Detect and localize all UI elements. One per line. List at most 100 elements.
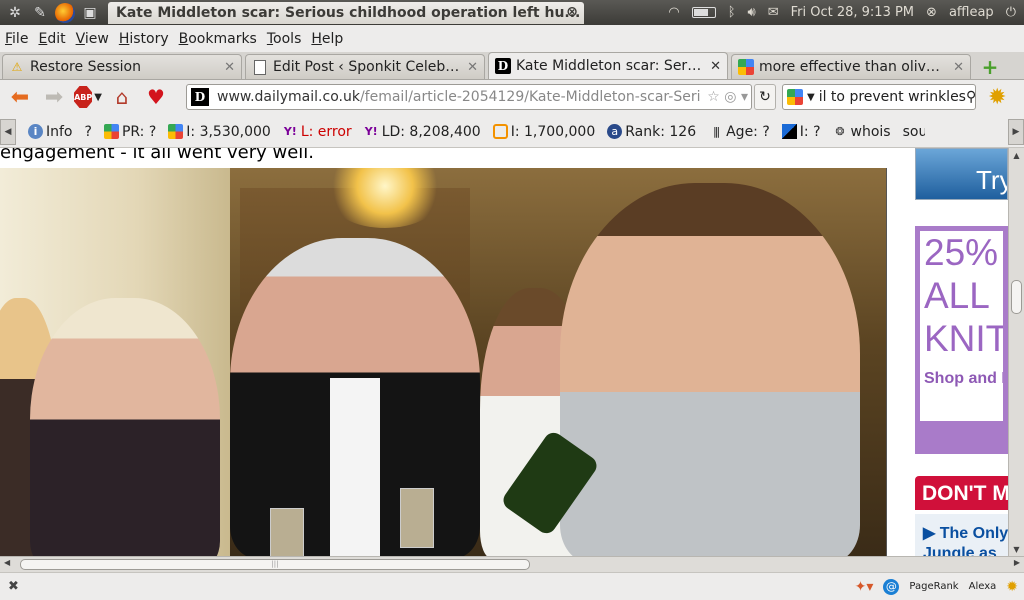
close-tab-icon[interactable]: ✕ bbox=[224, 60, 235, 75]
tab-edit-post[interactable]: Edit Post ‹ Sponkit Celebrit... ✕ bbox=[245, 54, 485, 79]
bluetooth-icon[interactable]: ᛒ bbox=[728, 5, 736, 20]
article-photo bbox=[0, 168, 887, 556]
menu-file[interactable]: File bbox=[5, 31, 28, 47]
close-icon[interactable]: ✖ bbox=[8, 579, 19, 594]
ad-knit-shop[interactable]: Shop and K bbox=[924, 370, 1003, 388]
gear-icon[interactable]: ✹ bbox=[1006, 579, 1018, 595]
google-icon bbox=[738, 59, 754, 75]
close-window-icon[interactable]: ⊗ bbox=[566, 4, 578, 20]
url-path[interactable]: /femail/article-2054129/Kate-Middleton-s… bbox=[360, 89, 701, 105]
clock[interactable]: Fri Oct 28, 9:13 PM bbox=[791, 5, 914, 20]
menu-help[interactable]: Help bbox=[311, 31, 343, 47]
seo-yahoo-ld[interactable]: Y! LD: 8,208,400 bbox=[364, 124, 481, 140]
seo-source[interactable]: sou bbox=[903, 124, 925, 140]
photo-person bbox=[30, 298, 220, 556]
seo-yahoo-links[interactable]: Y! L: error bbox=[283, 124, 352, 140]
ad-only-link[interactable]: ▶ The Only Jungle as bbox=[915, 514, 1008, 556]
vertical-scrollbar[interactable]: ▲ ▼ bbox=[1008, 148, 1024, 556]
menu-view[interactable]: View bbox=[76, 31, 109, 47]
favorite-button[interactable]: ♥ bbox=[142, 83, 170, 111]
arrow-right-icon: ➡ bbox=[44, 84, 64, 110]
seo-info[interactable]: i Info bbox=[28, 124, 73, 140]
seo-bing-index[interactable]: I: 1,700,000 bbox=[492, 123, 596, 140]
pagerank-label[interactable]: PageRank bbox=[909, 581, 958, 592]
vertical-scroll-thumb[interactable] bbox=[1011, 280, 1022, 314]
ad-only-line2[interactable]: Jungle as bbox=[923, 544, 1008, 556]
seo-delicious[interactable]: I: ? bbox=[781, 124, 821, 140]
page-icon-wrap bbox=[252, 59, 268, 75]
seo-whois[interactable]: ❂ whois bbox=[833, 123, 891, 140]
seo-pagerank[interactable]: PR: ? bbox=[103, 124, 156, 140]
scroll-right-icon[interactable]: ▶ bbox=[1014, 558, 1020, 567]
search-icon[interactable]: ⚲ bbox=[966, 89, 975, 105]
scroll-down-icon[interactable]: ▼ bbox=[1009, 542, 1024, 556]
power-icon[interactable]: ⏻ bbox=[1006, 5, 1016, 20]
search-input[interactable]: il to prevent wrinkles bbox=[819, 89, 966, 105]
firefox-launcher[interactable] bbox=[55, 2, 75, 23]
seo-google-index[interactable]: I: 3,530,000 bbox=[168, 124, 271, 140]
scroll-left-icon[interactable]: ◀ bbox=[0, 118, 16, 145]
menu-tools[interactable]: Tools bbox=[267, 31, 302, 47]
adblock-button[interactable]: ABP ▼ bbox=[74, 83, 102, 111]
menu-bookmarks[interactable]: Bookmarks bbox=[179, 31, 257, 47]
battery-icon[interactable] bbox=[691, 7, 716, 18]
addon-gear-icon[interactable]: ✹ bbox=[988, 85, 1006, 110]
new-tab-button[interactable]: + bbox=[977, 55, 1003, 79]
scroll-right-icon[interactable]: ▶ bbox=[1008, 118, 1024, 145]
seo-whois-label: whois bbox=[850, 123, 891, 140]
seo-rank-label: Rank: 126 bbox=[625, 123, 697, 140]
menu-history[interactable]: History bbox=[119, 31, 169, 47]
seo-age[interactable]: ||| Age: ? bbox=[708, 124, 770, 140]
google-search-engine-icon[interactable] bbox=[787, 89, 803, 105]
tab-olive-oil[interactable]: more effective than olive o... ✕ bbox=[731, 54, 971, 79]
text-editor-icon[interactable]: ✎ bbox=[30, 3, 50, 23]
fox-addon-icon[interactable]: ✦▾ bbox=[855, 579, 874, 595]
user-status-icon[interactable]: ⊗ bbox=[926, 5, 937, 20]
close-tab-icon[interactable]: ✕ bbox=[953, 60, 964, 75]
google-icon bbox=[103, 124, 119, 139]
seo-bing-index-label: I: 1,700,000 bbox=[510, 123, 596, 140]
whois-icon: ❂ bbox=[835, 125, 845, 138]
alexa-label[interactable]: Alexa bbox=[969, 581, 997, 592]
back-button[interactable]: ⬅ bbox=[6, 83, 34, 111]
search-bar[interactable]: ▼ il to prevent wrinkles ⚲ bbox=[782, 84, 976, 110]
google-icon bbox=[168, 124, 184, 139]
home-folder-icon[interactable]: ▣ bbox=[80, 3, 100, 23]
volume-icon[interactable]: 🔊︎ bbox=[748, 5, 756, 20]
dailymail-icon: D bbox=[495, 58, 511, 74]
ad-only-line1[interactable]: ▶ The Only bbox=[923, 524, 1008, 544]
page-content: engagement - it all went very well. Try … bbox=[0, 148, 1008, 556]
seo-question[interactable]: ? bbox=[85, 124, 92, 140]
home-icon: ⌂ bbox=[115, 85, 129, 109]
horizontal-scroll-thumb[interactable]: ||| bbox=[20, 559, 530, 570]
bing-icon bbox=[492, 124, 508, 139]
wifi-icon[interactable]: ◠ bbox=[668, 5, 679, 20]
home-button[interactable]: ⌂ bbox=[108, 83, 136, 111]
scroll-up-icon[interactable]: ▲ bbox=[1009, 148, 1024, 162]
warning-icon: ⚠ bbox=[11, 60, 23, 74]
user-name[interactable]: affleap bbox=[949, 5, 994, 20]
menu-edit[interactable]: Edit bbox=[38, 31, 65, 47]
site-identity-icon[interactable]: D bbox=[191, 88, 209, 106]
tab-kate-middleton[interactable]: D Kate Middleton scar: Seriou... ✕ bbox=[488, 52, 728, 79]
ad-knitwear[interactable]: 25% ALL KNIT Shop and K bbox=[915, 226, 1008, 454]
ubuntu-logo-icon[interactable]: ✲ bbox=[5, 3, 25, 23]
at-sign-icon[interactable]: @ bbox=[883, 578, 900, 595]
close-tab-icon[interactable]: ✕ bbox=[710, 59, 721, 74]
bookmark-star-icon[interactable]: ☆ ◎ ▾ bbox=[704, 89, 751, 105]
scroll-left-icon[interactable]: ◀ bbox=[4, 558, 10, 567]
reload-button[interactable]: ↻ bbox=[754, 84, 776, 110]
reload-icon: ↻ bbox=[759, 89, 771, 105]
url-host[interactable]: www.dailymail.co.uk bbox=[217, 89, 360, 105]
chevron-down-icon[interactable]: ▼ bbox=[94, 92, 102, 103]
forward-button[interactable]: ➡ bbox=[40, 83, 68, 111]
tab-restore-session[interactable]: ⚠ Restore Session ✕ bbox=[2, 54, 242, 79]
horizontal-scrollbar[interactable]: ◀ ||| ▶ bbox=[0, 556, 1024, 572]
ad-banner-top[interactable]: Try bbox=[915, 148, 1008, 200]
mail-icon[interactable]: ✉ bbox=[768, 5, 779, 20]
status-bar-addons: ✦▾ @ PageRank Alexa ✹ bbox=[855, 578, 1024, 595]
engine-dropdown-icon[interactable]: ▼ bbox=[807, 92, 815, 103]
url-bar[interactable]: D www.dailymail.co.uk /femail/article-20… bbox=[186, 84, 752, 110]
seo-alexa-rank[interactable]: a Rank: 126 bbox=[607, 124, 696, 140]
close-tab-icon[interactable]: ✕ bbox=[467, 60, 478, 75]
